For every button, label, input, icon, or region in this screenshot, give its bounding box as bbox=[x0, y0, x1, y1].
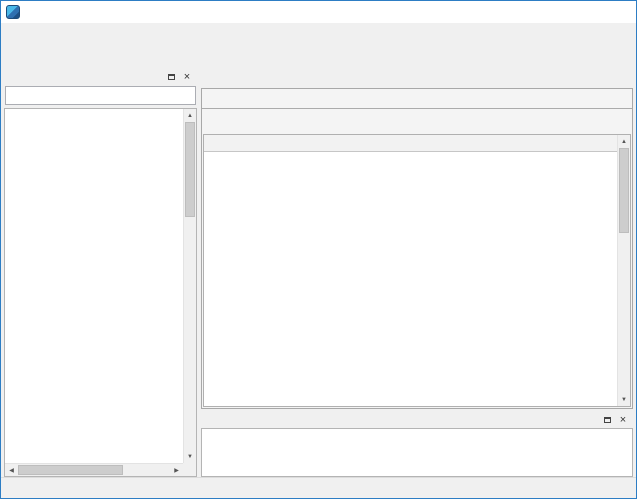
grid-vertical-scrollbar[interactable]: ▲ ▼ bbox=[617, 135, 630, 406]
mdi-taskbar bbox=[1, 477, 636, 498]
database-tree bbox=[5, 109, 183, 463]
maximize-button[interactable] bbox=[574, 1, 605, 23]
grid-toolbar bbox=[202, 109, 632, 134]
close-panel-button[interactable]: × bbox=[615, 413, 631, 427]
menu-bar bbox=[1, 23, 636, 43]
database-tree-container: ▲ ▼ ◀ ▶ bbox=[4, 108, 197, 477]
databases-panel: × ▲ ▼ ◀ ▶ bbox=[4, 69, 197, 477]
tree-horizontal-scrollbar[interactable]: ◀ ▶ bbox=[5, 463, 183, 476]
scrollbar-thumb[interactable] bbox=[18, 465, 123, 475]
title-bar bbox=[1, 1, 636, 23]
float-icon bbox=[168, 74, 175, 80]
tree-filter-input[interactable] bbox=[5, 86, 196, 105]
scroll-track[interactable] bbox=[184, 122, 196, 450]
data-view-tabs bbox=[202, 89, 632, 109]
float-panel-button[interactable] bbox=[163, 70, 179, 84]
scroll-up-arrow[interactable]: ▲ bbox=[618, 135, 630, 148]
minimize-button[interactable] bbox=[543, 1, 574, 23]
close-button[interactable] bbox=[605, 1, 636, 23]
close-panel-button[interactable]: × bbox=[179, 70, 195, 84]
grid-rows bbox=[204, 152, 617, 406]
scroll-left-arrow[interactable]: ◀ bbox=[5, 464, 18, 476]
status-panel-header: × bbox=[201, 412, 633, 428]
scrollbar-corner bbox=[183, 463, 196, 476]
float-panel-button[interactable] bbox=[599, 413, 615, 427]
data-grid: ▲ ▼ bbox=[203, 134, 631, 407]
app-icon bbox=[6, 5, 20, 19]
status-panel-body bbox=[201, 428, 633, 477]
scroll-down-arrow[interactable]: ▼ bbox=[618, 393, 630, 406]
main-area: × ▲ ▼ ◀ ▶ bbox=[1, 69, 636, 477]
grid-header bbox=[204, 135, 617, 152]
scroll-down-arrow[interactable]: ▼ bbox=[184, 450, 196, 463]
status-panel: × bbox=[201, 412, 633, 477]
grid-main bbox=[204, 135, 617, 406]
scrollbar-thumb[interactable] bbox=[619, 148, 629, 233]
data-tab-content: ▲ ▼ bbox=[201, 88, 633, 409]
window-controls bbox=[543, 1, 636, 23]
scrollbar-thumb[interactable] bbox=[185, 122, 195, 217]
scroll-right-arrow[interactable]: ▶ bbox=[170, 464, 183, 476]
databases-panel-header: × bbox=[4, 69, 197, 85]
float-icon bbox=[604, 417, 611, 423]
scroll-track[interactable] bbox=[18, 464, 170, 476]
sqlitestudio-window: × ▲ ▼ ◀ ▶ bbox=[0, 0, 637, 499]
tree-vertical-scrollbar[interactable]: ▲ ▼ bbox=[183, 109, 196, 463]
scroll-up-arrow[interactable]: ▲ bbox=[184, 109, 196, 122]
scroll-track[interactable] bbox=[618, 148, 630, 393]
table-window: ▲ ▼ × bbox=[201, 69, 633, 477]
main-toolbar bbox=[1, 43, 636, 69]
table-window-tabs bbox=[201, 69, 633, 88]
